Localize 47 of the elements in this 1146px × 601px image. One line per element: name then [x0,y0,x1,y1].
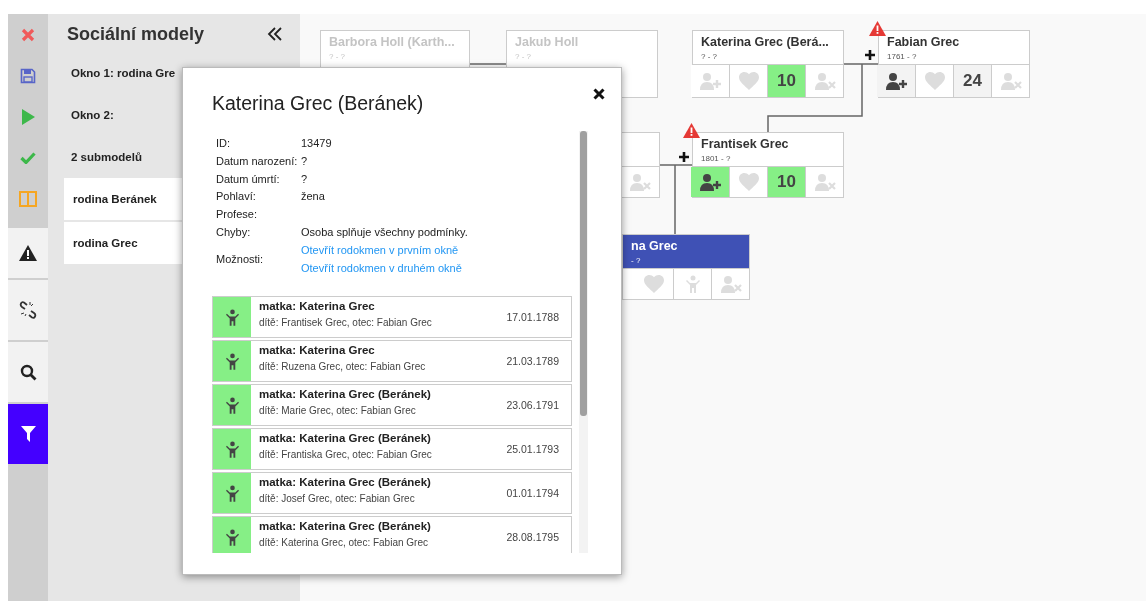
event-detail: dítě: Frantiska Grec, otec: Fabian Grec [259,449,433,461]
event-title: matka: Katerina Grec (Beránek) [259,432,432,445]
person-name: Fabian Grec [887,35,961,49]
field-label: Datum úmrtí: [216,171,281,187]
person-name: Jakub Holl [515,35,580,49]
life-dates: ? - ? [701,52,718,61]
field-label: Možnosti: [216,251,265,267]
event-date: 28.08.1795 [506,531,560,544]
field-label: Profese: [216,207,258,223]
event-detail: dítě: Frantisek Grec, otec: Fabian Grec [259,317,433,329]
life-dates: ? - ? [329,52,346,61]
event-date: 23.06.1791 [506,399,560,412]
field-value: ? [301,171,309,187]
life-dates: ? - ? [515,52,532,61]
life-dates: 1801 - ? [701,154,732,163]
field-label: Datum narození: [216,153,299,169]
event-date: 21.03.1789 [506,355,560,368]
event-detail: dítě: Katerina Grec, otec: Fabian Grec [259,537,429,549]
field-value: 13479 [301,136,333,151]
person-name: Frantisek Grec [701,137,790,151]
event-date: 01.01.1794 [506,487,560,500]
person-name: Barbora Holl (Karth... [329,35,456,49]
event-detail: dítě: Ruzena Grec, otec: Fabian Grec [259,361,427,373]
event-title: matka: Katerina Grec [259,300,376,313]
submodel-count: 2 submodelů [70,150,142,165]
field-value: Osoba splňuje všechny podmínky. [301,225,469,240]
person-name: na Grec [631,239,679,253]
event-title: matka: Katerina Grec [259,344,376,357]
field-value: ? [301,153,309,169]
life-dates: - ? [631,256,642,265]
event-title: matka: Katerina Grec (Beránek) [259,476,432,489]
dialog-title: Katerina Grec (Beránek) [212,92,424,115]
window-label: Okno 1: rodina Gre [70,66,176,81]
event-date: 25.01.1793 [506,443,560,456]
sidebar-title: Sociální modely [67,23,205,45]
field-label: Pohlaví: [216,189,257,205]
event-detail: dítě: Josef Grec, otec: Fabian Grec [259,493,416,505]
window-label: Okno 2: [70,108,114,123]
event-detail: dítě: Marie Grec, otec: Fabian Grec [259,405,417,417]
field-label: Chyby: [216,225,252,240]
event-title: matka: Katerina Grec (Beránek) [259,520,432,533]
event-title: matka: Katerina Grec (Beránek) [259,388,432,401]
field-value: žena [301,189,326,205]
field-label: ID: [216,136,232,151]
person-name: Katerina Grec (Berá... [701,35,830,49]
event-date: 17.01.1788 [506,311,560,324]
life-dates: 1761 - ? [887,52,918,61]
